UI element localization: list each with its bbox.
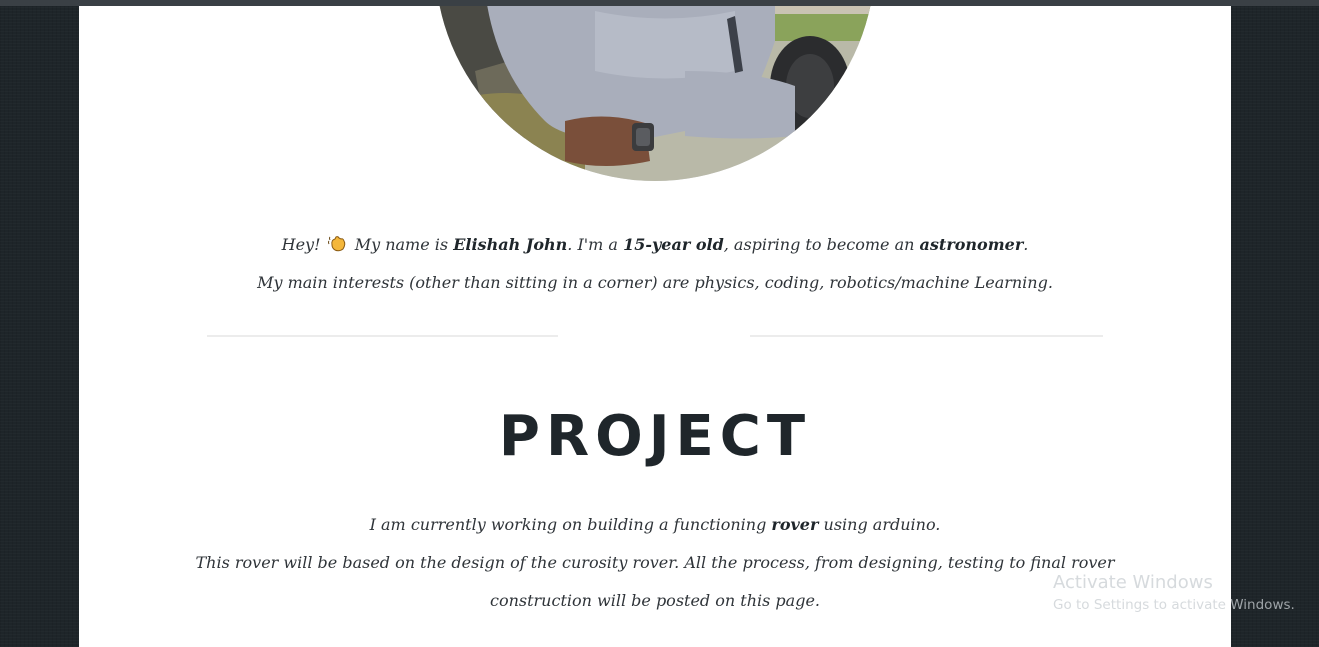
project-line-1: I am currently working on building a fun… xyxy=(79,506,1231,544)
intro-goal-prefix: , aspiring to become an xyxy=(723,235,915,254)
project-line-1-bold: rover xyxy=(771,515,819,534)
intro-name: Elishah John xyxy=(453,235,568,254)
intro-age: 15-year old xyxy=(623,235,724,254)
project-line-3: construction will be posted on this page… xyxy=(489,591,820,610)
intro-interests: My main interests (other than sitting in… xyxy=(257,273,1053,292)
project-line-1-suffix: using arduino. xyxy=(823,515,941,534)
project-heading: PROJECT xyxy=(498,404,812,469)
section-divider-right xyxy=(750,335,1103,337)
project-line-1-prefix: I am currently working on building a fun… xyxy=(369,515,767,534)
intro-name-prefix: My name is xyxy=(354,235,449,254)
profile-photo xyxy=(435,6,875,181)
intro-age-prefix: . I'm a xyxy=(567,235,618,254)
intro-greeting: Hey! xyxy=(281,235,321,254)
project-description: I am currently working on building a fun… xyxy=(79,506,1231,620)
section-divider-left xyxy=(207,335,558,337)
intro-text: Hey! My name is Elishah John. I'm a 15-y… xyxy=(79,226,1231,302)
waving-hand-icon xyxy=(327,236,345,252)
intro-goal-suffix: . xyxy=(1023,235,1029,254)
profile-photo-image xyxy=(435,6,875,181)
intro-line-1: Hey! My name is Elishah John. I'm a 15-y… xyxy=(79,226,1231,264)
page-content: Hey! My name is Elishah John. I'm a 15-y… xyxy=(79,6,1231,647)
intro-goal: astronomer xyxy=(919,235,1024,254)
project-line-2: This rover will be based on the design o… xyxy=(195,553,1115,572)
